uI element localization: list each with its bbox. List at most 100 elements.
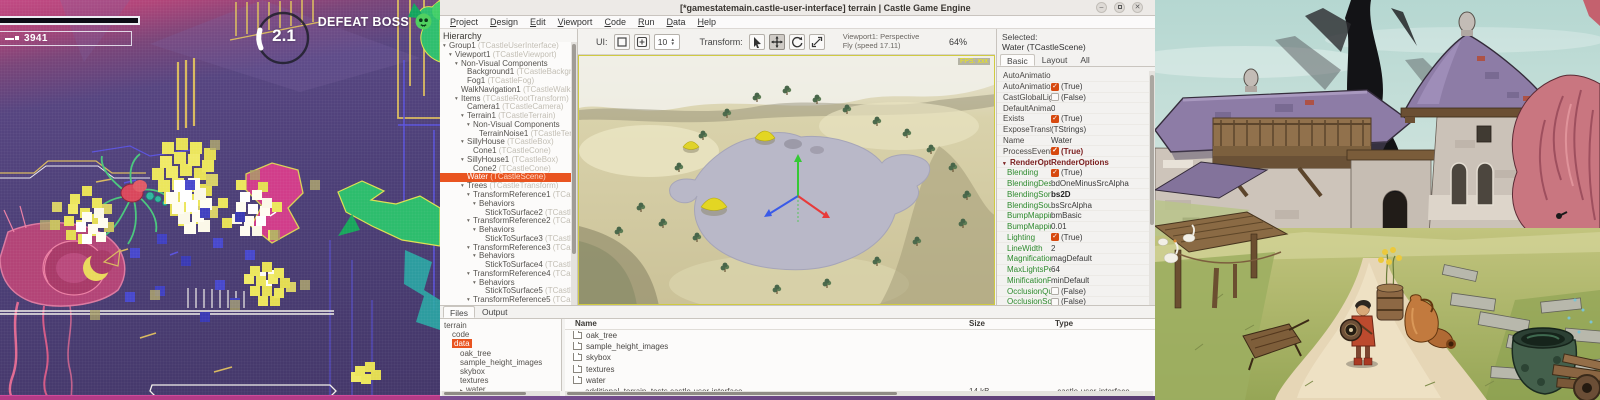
- move-tool-button[interactable]: [769, 34, 785, 50]
- file-row-textures[interactable]: textures: [565, 364, 1155, 375]
- property-value[interactable]: ✓(True): [1051, 168, 1082, 177]
- hierarchy-item-sillyhouse[interactable]: ▾SillyHouse (TCastleBox): [440, 138, 572, 147]
- property-value[interactable]: RenderOptions: [1051, 158, 1109, 167]
- menu-item-run[interactable]: Run: [633, 17, 660, 27]
- property-value[interactable]: bmBasic: [1051, 211, 1082, 220]
- hierarchy-item-camera1[interactable]: Camera1 (TCastleCamera): [440, 103, 572, 112]
- hierarchy-item-cone1[interactable]: Cone1 (TCastleCone): [440, 147, 572, 156]
- property-value[interactable]: ✓(True): [1051, 82, 1082, 91]
- hierarchy-item-sillyhouse1[interactable]: ▾SillyHouse1 (TCastleBox): [440, 156, 572, 165]
- hierarchy-item-non-visual-components[interactable]: ▾Non-Visual Components: [440, 121, 572, 130]
- property-value[interactable]: bsSrcAlpha: [1051, 201, 1092, 210]
- hierarchy-scrollbar[interactable]: [571, 42, 577, 305]
- column-size[interactable]: Size: [969, 319, 1055, 329]
- property-value[interactable]: (False): [1051, 297, 1086, 305]
- hierarchy-item-transformreference3[interactable]: ▾TransformReference3 (TCastleTransformRe…: [440, 244, 572, 253]
- files-tree-item-skybox[interactable]: skybox: [440, 367, 561, 376]
- scale-tool-button[interactable]: [809, 34, 825, 50]
- hierarchy-item-items[interactable]: ▾Items (TCastleRootTransform): [440, 95, 572, 104]
- checkbox-on[interactable]: ✓: [1051, 147, 1059, 155]
- hierarchy-item-walknavigation1[interactable]: WalkNavigation1 (TCastleWalkNavigation): [440, 86, 572, 95]
- file-row-water[interactable]: water: [565, 375, 1155, 386]
- maximize-button[interactable]: [1114, 2, 1125, 13]
- tab-all[interactable]: All: [1074, 54, 1095, 66]
- menu-item-help[interactable]: Help: [693, 17, 722, 27]
- property-value[interactable]: magDefault: [1051, 254, 1092, 263]
- property-value[interactable]: 0.01: [1051, 222, 1067, 231]
- property-value[interactable]: ✓(True): [1051, 147, 1083, 156]
- hierarchy-item-behaviors[interactable]: ▾Behaviors: [440, 200, 572, 209]
- hierarchy-item-terrain1[interactable]: ▾Terrain1 (TCastleTerrain): [440, 112, 572, 121]
- expander-icon[interactable]: ▾: [1003, 161, 1010, 167]
- hierarchy-item-fog1[interactable]: Fog1 (TCastleFog): [440, 77, 572, 86]
- checkbox-off[interactable]: [1051, 287, 1059, 295]
- hierarchy-item-behaviors[interactable]: ▾Behaviors: [440, 226, 572, 235]
- file-row-skybox[interactable]: skybox: [565, 352, 1155, 363]
- hierarchy-item-transformreference2[interactable]: ▾TransformReference2 (TCastleTransformRe…: [440, 217, 572, 226]
- checkbox-off[interactable]: [1051, 298, 1059, 305]
- property-value[interactable]: 0: [1051, 104, 1055, 113]
- hierarchy-item-behaviors[interactable]: ▾Behaviors: [440, 279, 572, 288]
- tab-layout[interactable]: Layout: [1036, 54, 1074, 66]
- checkbox-off[interactable]: [1051, 93, 1059, 101]
- files-tree-item-oak_tree[interactable]: oak_tree: [440, 349, 561, 358]
- property-value[interactable]: (False): [1051, 93, 1086, 102]
- hierarchy-item-terrainnoise1[interactable]: TerrainNoise1 (TCastleTerrainNoise): [440, 130, 572, 139]
- hierarchy-item-sticktosurface2[interactable]: StickToSurface2 (TCastleStickToSurface): [440, 209, 572, 218]
- hierarchy-item-transformreference5[interactable]: ▾TransformReference5 (TCastleTransformRe…: [440, 296, 572, 305]
- property-value[interactable]: minDefault: [1051, 276, 1089, 285]
- files-tree-item-terrain[interactable]: terrain: [440, 321, 561, 330]
- tab-output[interactable]: Output: [476, 306, 514, 318]
- select-tool-button[interactable]: [749, 34, 765, 50]
- checkbox-on[interactable]: ✓: [1051, 169, 1059, 177]
- tab-files[interactable]: Files: [443, 306, 475, 318]
- column-name[interactable]: Name: [565, 319, 969, 329]
- menu-item-viewport[interactable]: Viewport: [553, 17, 598, 27]
- menu-item-project[interactable]: Project: [445, 17, 483, 27]
- hierarchy-item-behaviors[interactable]: ▾Behaviors: [440, 252, 572, 261]
- menu-item-code[interactable]: Code: [599, 17, 631, 27]
- column-type[interactable]: Type: [1055, 319, 1073, 329]
- minimize-button[interactable]: –: [1096, 2, 1107, 13]
- files-tree-item-code[interactable]: code: [440, 330, 561, 339]
- property-value[interactable]: ✓(True): [1051, 233, 1082, 242]
- property-value[interactable]: bdOneMinusSrcAlpha: [1051, 179, 1129, 188]
- 3d-viewport[interactable]: FPS: xxx: [578, 55, 995, 305]
- property-value[interactable]: 2: [1051, 244, 1055, 253]
- grid-size-spinner[interactable]: 10 ▲▼: [654, 34, 680, 50]
- hierarchy-item-group1[interactable]: ▾Group1 (TCastleUserInterface): [440, 42, 572, 51]
- file-row-sample-height-images[interactable]: sample_height_images: [565, 341, 1155, 352]
- rotate-tool-button[interactable]: [789, 34, 805, 50]
- close-button[interactable]: ✕: [1132, 2, 1143, 13]
- menu-item-edit[interactable]: Edit: [525, 17, 551, 27]
- property-value[interactable]: (TStrings): [1051, 125, 1086, 134]
- hierarchy-item-transformreference4[interactable]: ▾TransformReference4 (TCastleTransformRe…: [440, 270, 572, 279]
- file-row-oak-tree[interactable]: oak_tree: [565, 330, 1155, 341]
- hierarchy-item-transformreference1[interactable]: ▾TransformReference1 (TCastleTransformRe…: [440, 191, 572, 200]
- titlebar[interactable]: [*gamestatemain.castle-user-interface] t…: [440, 0, 1155, 16]
- hierarchy-item-sticktosurface5[interactable]: StickToSurface5 (TCastleStickToSurface): [440, 287, 572, 296]
- menu-item-data[interactable]: Data: [661, 17, 690, 27]
- checkbox-on[interactable]: ✓: [1051, 83, 1059, 91]
- hierarchy-item-trees[interactable]: ▾Trees (TCastleTransform): [440, 182, 572, 191]
- files-tree-item-data[interactable]: data: [440, 339, 561, 348]
- checkbox-on[interactable]: ✓: [1051, 115, 1059, 123]
- property-value[interactable]: bs2D: [1051, 190, 1071, 199]
- hierarchy-item-water[interactable]: Water (TCastleScene): [440, 173, 572, 182]
- files-tree-item-sample_height_images[interactable]: sample_height_images: [440, 358, 561, 367]
- tab-basic[interactable]: Basic: [1000, 54, 1035, 66]
- hierarchy-item-non-visual-components[interactable]: ▾Non-Visual Components: [440, 60, 572, 69]
- spinner-arrows[interactable]: ▲▼: [671, 38, 679, 46]
- hierarchy-item-sticktosurface4[interactable]: StickToSurface4 (TCastleStickToSurface): [440, 261, 572, 270]
- add-ui-plus-button[interactable]: [634, 34, 650, 50]
- left-game-window[interactable]: 3941 2.1 DEFEAT BOSS: [0, 0, 440, 400]
- files-tree-item-textures[interactable]: textures: [440, 376, 561, 385]
- hierarchy-item-viewport1[interactable]: ▾Viewport1 (TCastleViewport): [440, 51, 572, 60]
- property-value[interactable]: ✓(True): [1051, 114, 1082, 123]
- property-value[interactable]: (False): [1051, 287, 1086, 296]
- property-value[interactable]: 64: [1051, 265, 1060, 274]
- property-value[interactable]: Water: [1051, 136, 1072, 145]
- add-ui-rect-button[interactable]: [614, 34, 630, 50]
- checkbox-on[interactable]: ✓: [1051, 233, 1059, 241]
- hierarchy-item-sticktosurface3[interactable]: StickToSurface3 (TCastleStickToSurface): [440, 235, 572, 244]
